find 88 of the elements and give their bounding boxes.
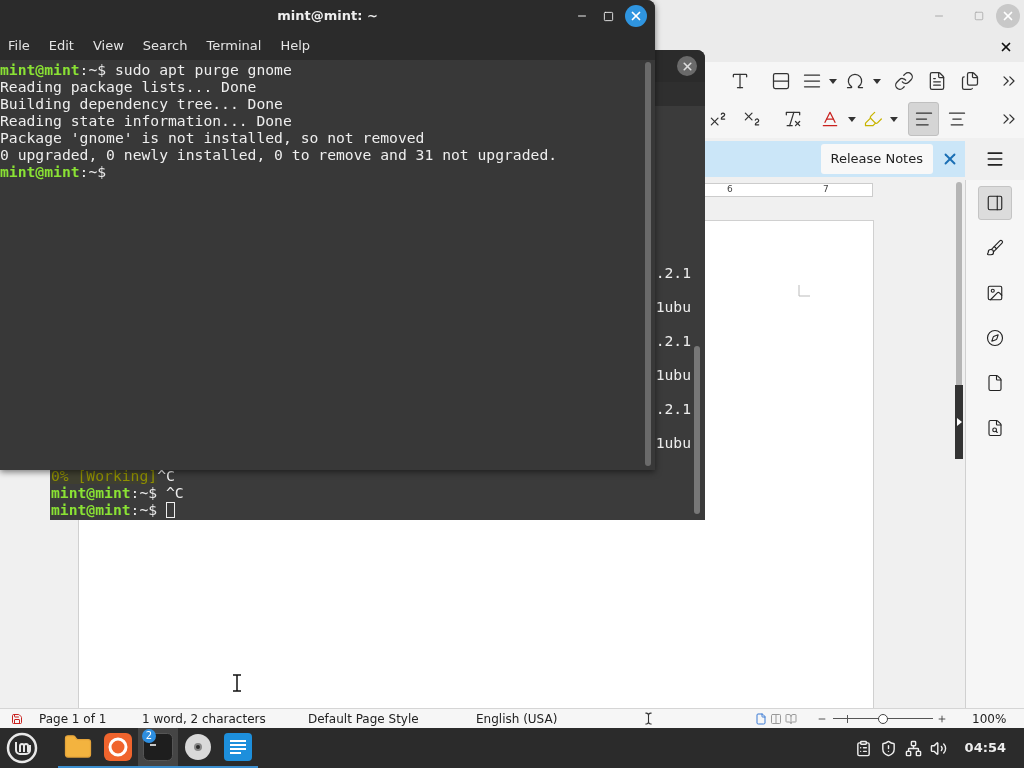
clear-formatting-icon bbox=[783, 109, 803, 129]
page-count: Page 1 of 1 bbox=[39, 710, 108, 728]
page-icon bbox=[986, 374, 1004, 392]
find-icon bbox=[986, 419, 1004, 437]
sidebar-tab[interactable] bbox=[978, 186, 1012, 220]
output-fragment: .2.1 bbox=[655, 332, 691, 351]
image-icon bbox=[986, 284, 1004, 302]
output-fragment: .2.1 bbox=[655, 264, 691, 283]
shield-icon bbox=[879, 739, 897, 757]
zoom-level: 100% bbox=[972, 710, 1007, 728]
caret-icon[interactable] bbox=[889, 116, 898, 122]
close-button[interactable] bbox=[677, 56, 697, 76]
command-text: ^C bbox=[165, 484, 184, 501]
output-line: Package 'gnome' is not installed, so not removed bbox=[0, 129, 426, 146]
book-view-icon bbox=[785, 712, 797, 725]
menu-item[interactable]: File bbox=[8, 36, 30, 56]
close-button[interactable] bbox=[625, 5, 647, 27]
prompt-user: mint@mint bbox=[0, 61, 80, 78]
menu-item[interactable]: Help bbox=[280, 36, 311, 56]
window-count-badge: 2 bbox=[142, 729, 156, 743]
pages-icon bbox=[960, 71, 980, 91]
interrupt-text: ^C bbox=[157, 467, 175, 484]
document-icon bbox=[927, 71, 947, 91]
volume-icon bbox=[929, 739, 947, 757]
word-count: 1 word, 2 characters bbox=[142, 710, 267, 728]
insert-mode-icon bbox=[642, 712, 655, 725]
output-fragment: 1ubu bbox=[655, 298, 691, 317]
compass-icon bbox=[986, 329, 1004, 347]
menu-logo-icon[interactable] bbox=[6, 732, 38, 764]
align-left-button[interactable] bbox=[907, 102, 940, 136]
properties-icon bbox=[986, 194, 1004, 212]
menu-item[interactable]: Edit bbox=[48, 36, 74, 56]
window-title: mint@mint: ~ bbox=[277, 7, 378, 26]
caret-icon[interactable] bbox=[848, 116, 856, 122]
styles-icon bbox=[986, 239, 1004, 257]
output-line: 0 upgraded, 0 newly installed, 0 to remove and 31 not upgraded. bbox=[0, 146, 559, 163]
zoom-slider-thumb[interactable] bbox=[878, 713, 888, 724]
font-color-icon bbox=[820, 109, 840, 129]
save-icon bbox=[11, 712, 23, 725]
prompt-user: mint@mint bbox=[51, 501, 131, 518]
output-fragment: 1ubu bbox=[655, 366, 691, 385]
maximize-icon bbox=[974, 11, 984, 21]
text-boundary-mark bbox=[798, 285, 810, 297]
prompt-user: mint@mint bbox=[51, 484, 131, 501]
maximize-icon bbox=[602, 10, 614, 22]
multi-page-view-icon bbox=[770, 712, 782, 725]
single-page-view-icon bbox=[755, 712, 767, 725]
caret-icon[interactable] bbox=[873, 78, 881, 84]
zoom-in-icon bbox=[937, 713, 947, 724]
terminal-icon bbox=[143, 733, 173, 761]
zoom-slider[interactable] bbox=[833, 712, 933, 725]
menu-item[interactable]: Search bbox=[142, 36, 188, 56]
release-notes-button[interactable]: Release Notes bbox=[820, 144, 933, 174]
clock[interactable]: 04:54 bbox=[964, 738, 1006, 758]
close-icon bbox=[680, 59, 694, 73]
sidebar-handle[interactable] bbox=[955, 385, 963, 459]
close-icon bbox=[1001, 9, 1015, 23]
text-box-icon bbox=[730, 71, 750, 91]
prompt-path: :~$ bbox=[130, 501, 158, 518]
prompt-path: :~$ bbox=[79, 163, 107, 180]
text-cursor-icon bbox=[232, 674, 242, 692]
close-icon bbox=[629, 9, 643, 23]
highlighter-icon bbox=[862, 109, 883, 129]
menu-item[interactable]: View bbox=[92, 36, 124, 56]
page-break-icon bbox=[771, 71, 791, 91]
browser-icon bbox=[104, 733, 132, 761]
output-line: Reading state information... Done bbox=[0, 112, 293, 129]
output-fragment: 1ubu bbox=[655, 434, 691, 453]
clipboard-icon bbox=[854, 739, 872, 757]
ruler-label: 7 bbox=[823, 183, 829, 196]
disc-icon bbox=[184, 733, 212, 761]
output-fragment: .2.1 bbox=[655, 400, 691, 419]
document-icon bbox=[224, 733, 252, 761]
language: English (USA) bbox=[476, 710, 559, 728]
prompt-path: :~$ bbox=[79, 61, 107, 78]
ruler-label: 6 bbox=[727, 183, 733, 196]
caret-icon[interactable] bbox=[829, 78, 837, 84]
expand-icon bbox=[956, 418, 962, 426]
prompt-user: mint@mint bbox=[0, 163, 80, 180]
network-icon bbox=[904, 739, 922, 757]
page-style: Default Page Style bbox=[308, 710, 420, 728]
prompt-path: :~$ bbox=[130, 484, 158, 501]
menu-item[interactable]: Terminal bbox=[206, 36, 262, 56]
close-icon bbox=[999, 40, 1013, 54]
command-text: sudo apt purge gnome bbox=[114, 61, 292, 78]
output-line: Reading package lists... Done bbox=[0, 78, 258, 95]
omega-icon bbox=[845, 71, 865, 91]
output-line: Building dependency tree... Done bbox=[0, 95, 284, 112]
